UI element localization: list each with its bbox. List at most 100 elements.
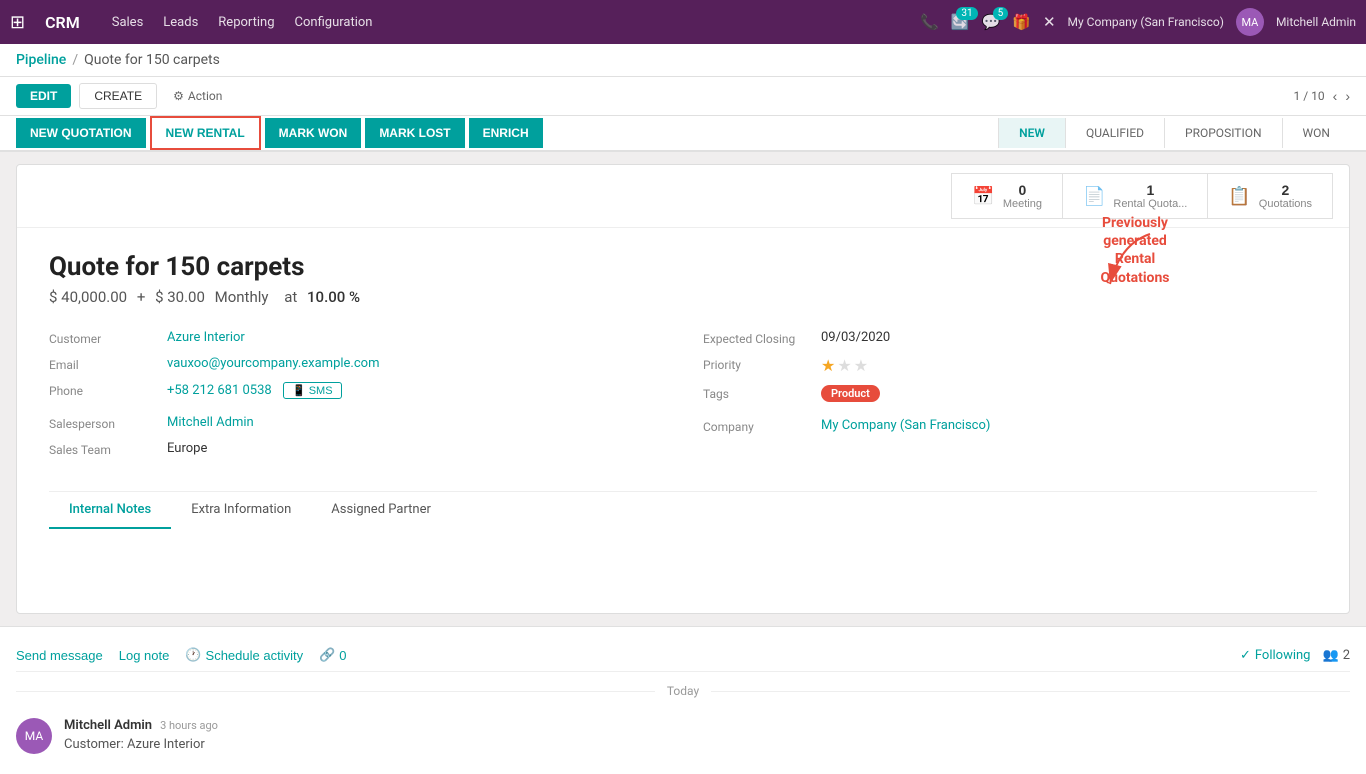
breadcrumb: Pipeline / Quote for 150 carpets (0, 44, 1366, 77)
activity-icon[interactable]: 🔄 31 (951, 13, 970, 31)
company-field: Company My Company (San Francisco) (703, 418, 1317, 434)
breadcrumb-separator: / (72, 52, 78, 68)
stage-bar: NEW QUALIFIED PROPOSITION WON (547, 118, 1350, 148)
message-time: 3 hours ago (160, 719, 218, 732)
stage-won[interactable]: WON (1282, 118, 1350, 148)
breadcrumb-pipeline[interactable]: Pipeline (16, 52, 66, 68)
breadcrumb-current: Quote for 150 carpets (84, 52, 220, 68)
enrich-button[interactable]: ENRICH (469, 118, 543, 148)
expected-closing-field: Expected Closing 09/03/2020 (703, 330, 1317, 346)
form-grid: Customer Azure Interior Email vauxoo@you… (49, 330, 1317, 467)
grid-icon[interactable]: ⊞ (10, 12, 25, 33)
message-item: MA Mitchell Admin 3 hours ago Customer: … (16, 710, 1350, 762)
customer-field: Customer Azure Interior (49, 330, 663, 346)
tab-assigned-partner[interactable]: Assigned Partner (311, 492, 451, 529)
tab-extra-information[interactable]: Extra Information (171, 492, 311, 529)
star-2[interactable]: ★ (837, 356, 851, 375)
message-avatar: MA (16, 718, 52, 754)
nav-item-sales[interactable]: Sales (112, 15, 144, 30)
tab-bar: Internal Notes Extra Information Assigne… (49, 491, 1317, 529)
message-content: Mitchell Admin 3 hours ago Customer: Azu… (64, 718, 1350, 754)
message-badge: 5 (993, 7, 1009, 20)
at-label: at (284, 288, 297, 306)
tag-button[interactable]: 🔗 0 (319, 647, 346, 663)
company-value[interactable]: My Company (San Francisco) (821, 418, 990, 433)
nav-links: Sales Leads Reporting Configuration (112, 15, 905, 30)
salesperson-value[interactable]: Mitchell Admin (167, 415, 254, 430)
prev-button[interactable]: ‹ (1333, 88, 1338, 104)
quotations-button[interactable]: 📋 2 Quotations (1207, 173, 1333, 219)
message-body: Customer: Azure Interior (64, 737, 1350, 752)
email-field: Email vauxoo@yourcompany.example.com (49, 356, 663, 372)
close-icon[interactable]: ✕ (1043, 13, 1056, 31)
meeting-button[interactable]: 📅 0 Meeting (951, 173, 1063, 219)
form-title: Quote for 150 carpets (49, 252, 1317, 282)
sales-team-value: Europe (167, 441, 207, 456)
followers-icon: 👥 (1323, 648, 1339, 663)
phone-value[interactable]: +58 212 681 0538 (167, 383, 272, 398)
check-icon: ✓ (1240, 648, 1251, 663)
mark-lost-button[interactable]: MARK LOST (365, 118, 464, 148)
status-bar: NEW QUOTATION NEW RENTAL MARK WON MARK L… (0, 116, 1366, 152)
send-message-button[interactable]: Send message (16, 648, 103, 663)
gift-icon[interactable]: 🎁 (1012, 13, 1031, 31)
create-button[interactable]: CREATE (79, 83, 157, 109)
chatter-right: ✓ Following 👥 2 (1240, 648, 1350, 663)
pagination: 1 / 10 ‹ › (1294, 88, 1350, 104)
calendar-icon: 📅 (972, 186, 994, 207)
expected-closing-value: 09/03/2020 (821, 330, 890, 345)
form-left-column: Customer Azure Interior Email vauxoo@you… (49, 330, 663, 467)
star-1[interactable]: ★ (821, 356, 835, 375)
salesperson-field: Salesperson Mitchell Admin (49, 415, 663, 431)
sms-button[interactable]: 📱 SMS (283, 382, 342, 399)
log-note-button[interactable]: Log note (119, 648, 170, 663)
action-button[interactable]: ⚙ Action (173, 89, 222, 103)
new-rental-button[interactable]: NEW RENTAL (150, 116, 261, 150)
product-tag[interactable]: Product (821, 385, 880, 402)
activity-badge: 31 (956, 7, 977, 20)
user-avatar[interactable]: MA (1236, 8, 1264, 36)
schedule-activity-button[interactable]: 🕐 Schedule activity (185, 647, 303, 663)
priority-stars[interactable]: ★ ★ ★ (821, 356, 868, 375)
form-card: 📅 0 Meeting 📄 1 Rental Quota... 📋 (16, 164, 1350, 614)
tags-field: Tags Product (703, 385, 1317, 402)
email-value[interactable]: vauxoo@yourcompany.example.com (167, 356, 379, 371)
plus-sign: + (137, 288, 146, 306)
chatter: Send message Log note 🕐 Schedule activit… (0, 626, 1366, 774)
nav-item-leads[interactable]: Leads (163, 15, 198, 30)
star-3[interactable]: ★ (854, 356, 868, 375)
form-subtitle: $ 40,000.00 + $ 30.00 Monthly at 10.00 % (49, 288, 1317, 306)
phone-field: Phone +58 212 681 0538 📱 SMS (49, 382, 663, 399)
nav-item-reporting[interactable]: Reporting (218, 15, 274, 30)
message-header: Mitchell Admin 3 hours ago (64, 718, 1350, 733)
phone-icon[interactable]: 📞 (920, 13, 939, 31)
edit-button[interactable]: EDIT (16, 84, 71, 108)
stage-proposition[interactable]: PROPOSITION (1164, 118, 1282, 148)
stage-new[interactable]: NEW (998, 118, 1065, 148)
priority-field: Priority ★ ★ ★ (703, 356, 1317, 375)
quotations-icon: 📋 (1228, 186, 1250, 207)
customer-value[interactable]: Azure Interior (167, 330, 245, 345)
message-icon[interactable]: 💬 5 (982, 13, 1001, 31)
gear-icon: ⚙ (173, 89, 184, 103)
user-name: Mitchell Admin (1276, 15, 1356, 29)
today-divider: Today (16, 684, 1350, 698)
message-author: Mitchell Admin (64, 718, 152, 733)
nav-right: 📞 🔄 31 💬 5 🎁 ✕ My Company (San Francisco… (920, 8, 1356, 36)
next-button[interactable]: › (1345, 88, 1350, 104)
mark-won-button[interactable]: MARK WON (265, 118, 362, 148)
company-name: My Company (San Francisco) (1068, 15, 1224, 29)
app-name: CRM (45, 13, 80, 32)
form-body: Quote for 150 carpets $ 40,000.00 + $ 30… (17, 228, 1349, 613)
amount: $ 40,000.00 (49, 288, 127, 306)
nav-item-configuration[interactable]: Configuration (295, 15, 373, 30)
tab-internal-notes[interactable]: Internal Notes (49, 492, 171, 529)
following-button[interactable]: ✓ Following (1240, 648, 1311, 663)
monthly-label: Monthly (215, 288, 269, 306)
stage-qualified[interactable]: QUALIFIED (1065, 118, 1164, 148)
main-content: 📅 0 Meeting 📄 1 Rental Quota... 📋 (0, 152, 1366, 626)
new-quotation-button[interactable]: NEW QUOTATION (16, 118, 146, 148)
sales-team-field: Sales Team Europe (49, 441, 663, 457)
rental-quota-button[interactable]: 📄 1 Rental Quota... (1062, 173, 1208, 219)
action-bar: EDIT CREATE ⚙ Action 1 / 10 ‹ › (0, 77, 1366, 116)
